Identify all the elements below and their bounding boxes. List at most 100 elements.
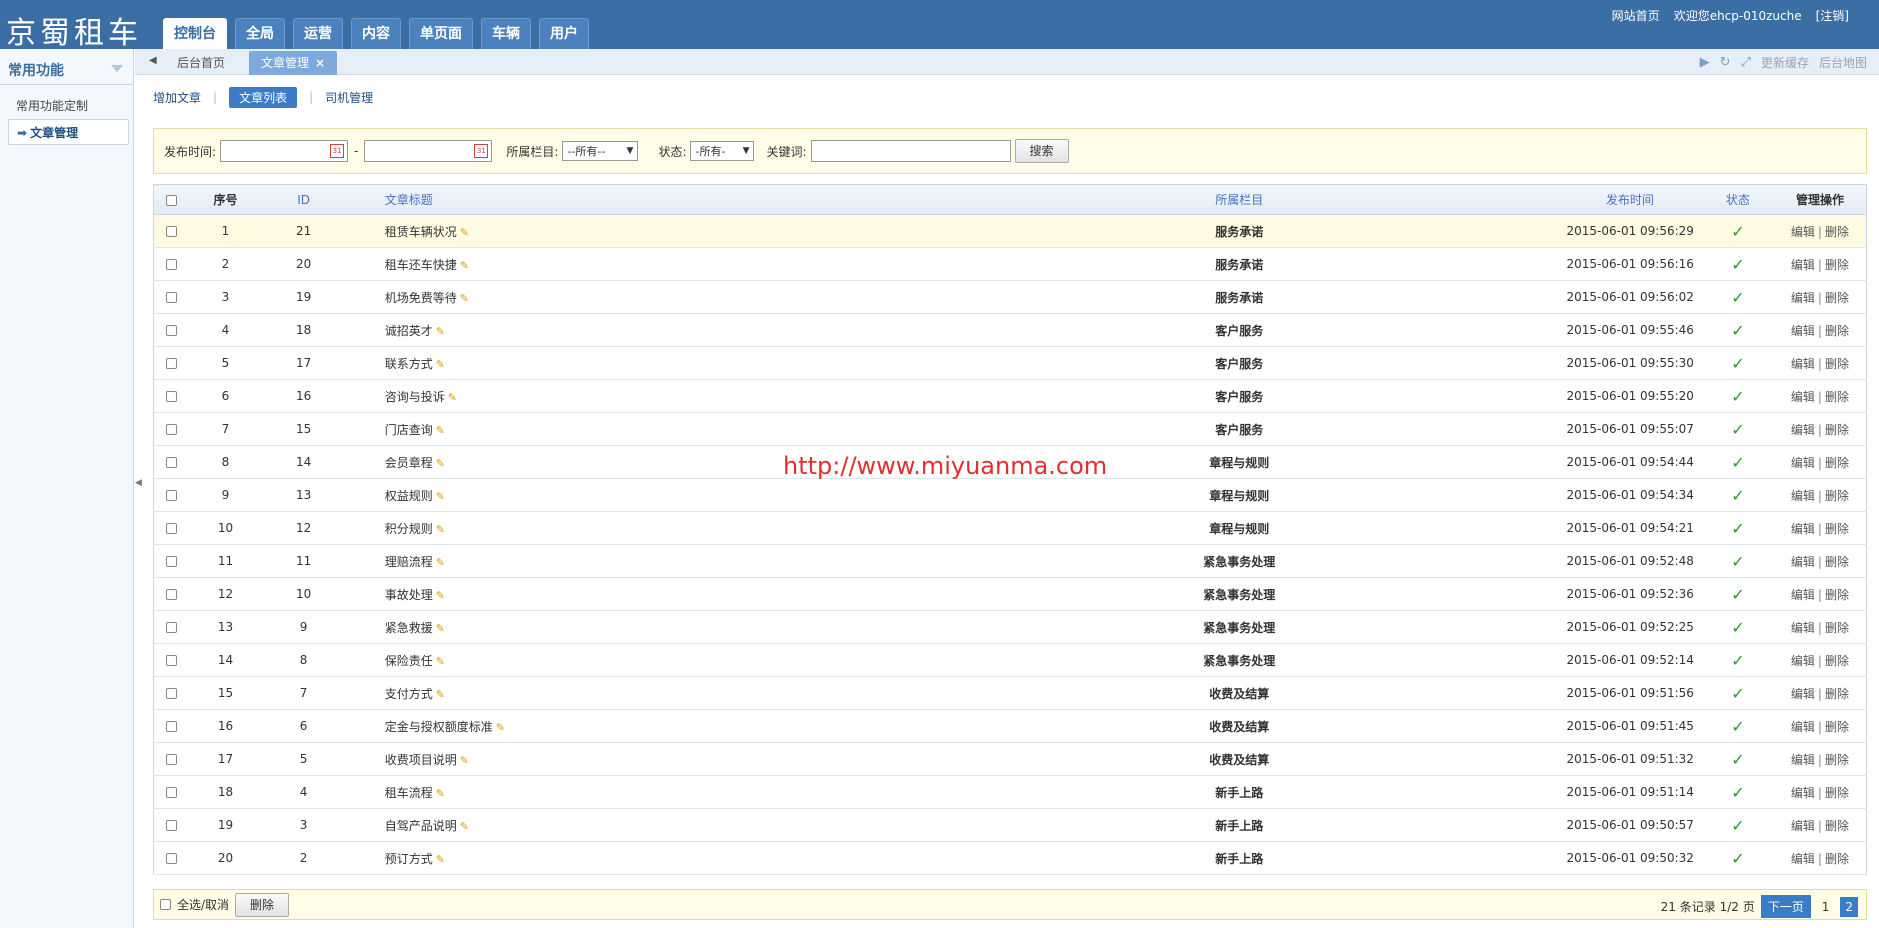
edit-link[interactable]: 编辑 (1791, 852, 1815, 866)
row-checkbox[interactable] (165, 424, 177, 435)
row-checkbox[interactable] (165, 721, 177, 732)
row-checkbox[interactable] (165, 457, 177, 468)
check-icon[interactable]: ✓ (1731, 354, 1744, 373)
sidebar-header[interactable]: 常用功能 (0, 49, 133, 85)
edit-link[interactable]: 编辑 (1791, 621, 1815, 635)
row-checkbox[interactable] (165, 358, 177, 369)
check-icon[interactable]: ✓ (1731, 585, 1744, 604)
edit-link[interactable]: 编辑 (1791, 687, 1815, 701)
check-icon[interactable]: ✓ (1731, 684, 1744, 703)
edit-link[interactable]: 编辑 (1791, 522, 1815, 536)
sidebar-item-common-custom[interactable]: 常用功能定制 (0, 93, 133, 119)
check-icon[interactable]: ✓ (1731, 288, 1744, 307)
delete-link[interactable]: 删除 (1825, 456, 1849, 470)
pencil-icon[interactable]: ✎ (436, 424, 445, 437)
search-button[interactable]: 搜索 (1014, 139, 1069, 163)
row-checkbox[interactable] (165, 325, 177, 336)
nav-single-page[interactable]: 单页面 (409, 18, 473, 49)
scroll-left-icon[interactable]: ◀ (149, 55, 157, 66)
pencil-icon[interactable]: ✎ (460, 226, 469, 239)
nav-content[interactable]: 内容 (351, 18, 401, 49)
check-icon[interactable]: ✓ (1731, 651, 1744, 670)
delete-link[interactable]: 删除 (1825, 555, 1849, 569)
row-checkbox[interactable] (165, 589, 177, 600)
row-checkbox[interactable] (165, 391, 177, 402)
row-title-link[interactable]: 理赔流程 (385, 555, 433, 569)
delete-link[interactable]: 删除 (1825, 819, 1849, 833)
pencil-icon[interactable]: ✎ (436, 622, 445, 635)
start-date-input[interactable]: 31 (220, 140, 349, 162)
check-icon[interactable]: ✓ (1731, 486, 1744, 505)
row-checkbox[interactable] (165, 820, 177, 831)
delete-link[interactable]: 删除 (1825, 852, 1849, 866)
row-checkbox[interactable] (165, 490, 177, 501)
site-map-link[interactable]: 后台地图 (1819, 54, 1867, 71)
row-title-link[interactable]: 机场免费等待 (385, 291, 457, 305)
check-icon[interactable]: ✓ (1731, 420, 1744, 439)
row-title-link[interactable]: 事故处理 (385, 588, 433, 602)
delete-link[interactable]: 删除 (1825, 324, 1849, 338)
row-checkbox[interactable] (165, 226, 177, 237)
col-status[interactable]: 状态 (1701, 184, 1774, 215)
check-icon[interactable]: ✓ (1731, 783, 1744, 802)
delete-link[interactable]: 删除 (1825, 291, 1849, 305)
delete-link[interactable]: 删除 (1825, 720, 1849, 734)
end-date-input[interactable]: 31 (364, 140, 493, 162)
check-icon[interactable]: ✓ (1731, 618, 1744, 637)
check-icon[interactable]: ✓ (1731, 453, 1744, 472)
row-title-link[interactable]: 紧急救援 (385, 621, 433, 635)
delete-link[interactable]: 删除 (1825, 687, 1849, 701)
check-icon[interactable]: ✓ (1731, 387, 1744, 406)
driver-management-link[interactable]: 司机管理 (325, 89, 373, 106)
row-title-link[interactable]: 支付方式 (385, 687, 433, 701)
row-title-link[interactable]: 租车流程 (385, 786, 433, 800)
keyword-input[interactable] (810, 140, 1011, 162)
nav-vehicles[interactable]: 车辆 (481, 18, 531, 49)
logout-link[interactable]: [注销] (1816, 7, 1849, 24)
edit-link[interactable]: 编辑 (1791, 588, 1815, 602)
calendar-icon[interactable]: 31 (330, 144, 345, 158)
pencil-icon[interactable]: ✎ (436, 457, 445, 470)
edit-link[interactable]: 编辑 (1791, 423, 1815, 437)
nav-global[interactable]: 全局 (235, 18, 285, 49)
check-icon[interactable]: ✓ (1731, 750, 1744, 769)
delete-link[interactable]: 删除 (1825, 654, 1849, 668)
select-all-footer-checkbox[interactable] (160, 899, 171, 910)
pencil-icon[interactable]: ✎ (436, 853, 445, 866)
check-icon[interactable]: ✓ (1731, 717, 1744, 736)
row-title-link[interactable]: 权益规则 (385, 489, 433, 503)
row-checkbox[interactable] (165, 853, 177, 864)
pencil-icon[interactable]: ✎ (496, 721, 505, 734)
nav-dashboard[interactable]: 控制台 (163, 18, 227, 50)
row-checkbox[interactable] (165, 292, 177, 303)
delete-link[interactable]: 删除 (1825, 753, 1849, 767)
row-title-link[interactable]: 诚招英才 (385, 324, 433, 338)
row-checkbox[interactable] (165, 655, 177, 666)
edit-link[interactable]: 编辑 (1791, 456, 1815, 470)
row-checkbox[interactable] (165, 688, 177, 699)
row-title-link[interactable]: 门店查询 (385, 423, 433, 437)
col-category[interactable]: 所属栏目 (1064, 184, 1415, 215)
delete-link[interactable]: 删除 (1825, 621, 1849, 635)
check-icon[interactable]: ✓ (1731, 849, 1744, 868)
row-title-link[interactable]: 定金与授权额度标准 (385, 720, 493, 734)
calendar-icon[interactable]: 31 (474, 144, 489, 158)
bulk-delete-button[interactable]: 删除 (235, 892, 290, 917)
row-title-link[interactable]: 租车还车快捷 (385, 258, 457, 272)
nav-operations[interactable]: 运营 (293, 18, 343, 49)
delete-link[interactable]: 删除 (1825, 423, 1849, 437)
delete-link[interactable]: 删除 (1825, 225, 1849, 239)
scroll-right-icon[interactable]: ▶ (1700, 55, 1710, 70)
edit-link[interactable]: 编辑 (1791, 654, 1815, 668)
row-checkbox[interactable] (165, 787, 177, 798)
pencil-icon[interactable]: ✎ (460, 259, 469, 272)
pencil-icon[interactable]: ✎ (436, 787, 445, 800)
edit-link[interactable]: 编辑 (1791, 555, 1815, 569)
row-checkbox[interactable] (165, 523, 177, 534)
row-checkbox[interactable] (165, 556, 177, 567)
refresh-icon[interactable]: ↻ (1720, 55, 1731, 70)
row-checkbox[interactable] (165, 259, 177, 270)
pencil-icon[interactable]: ✎ (448, 391, 457, 404)
check-icon[interactable]: ✓ (1731, 321, 1744, 340)
pencil-icon[interactable]: ✎ (460, 754, 469, 767)
